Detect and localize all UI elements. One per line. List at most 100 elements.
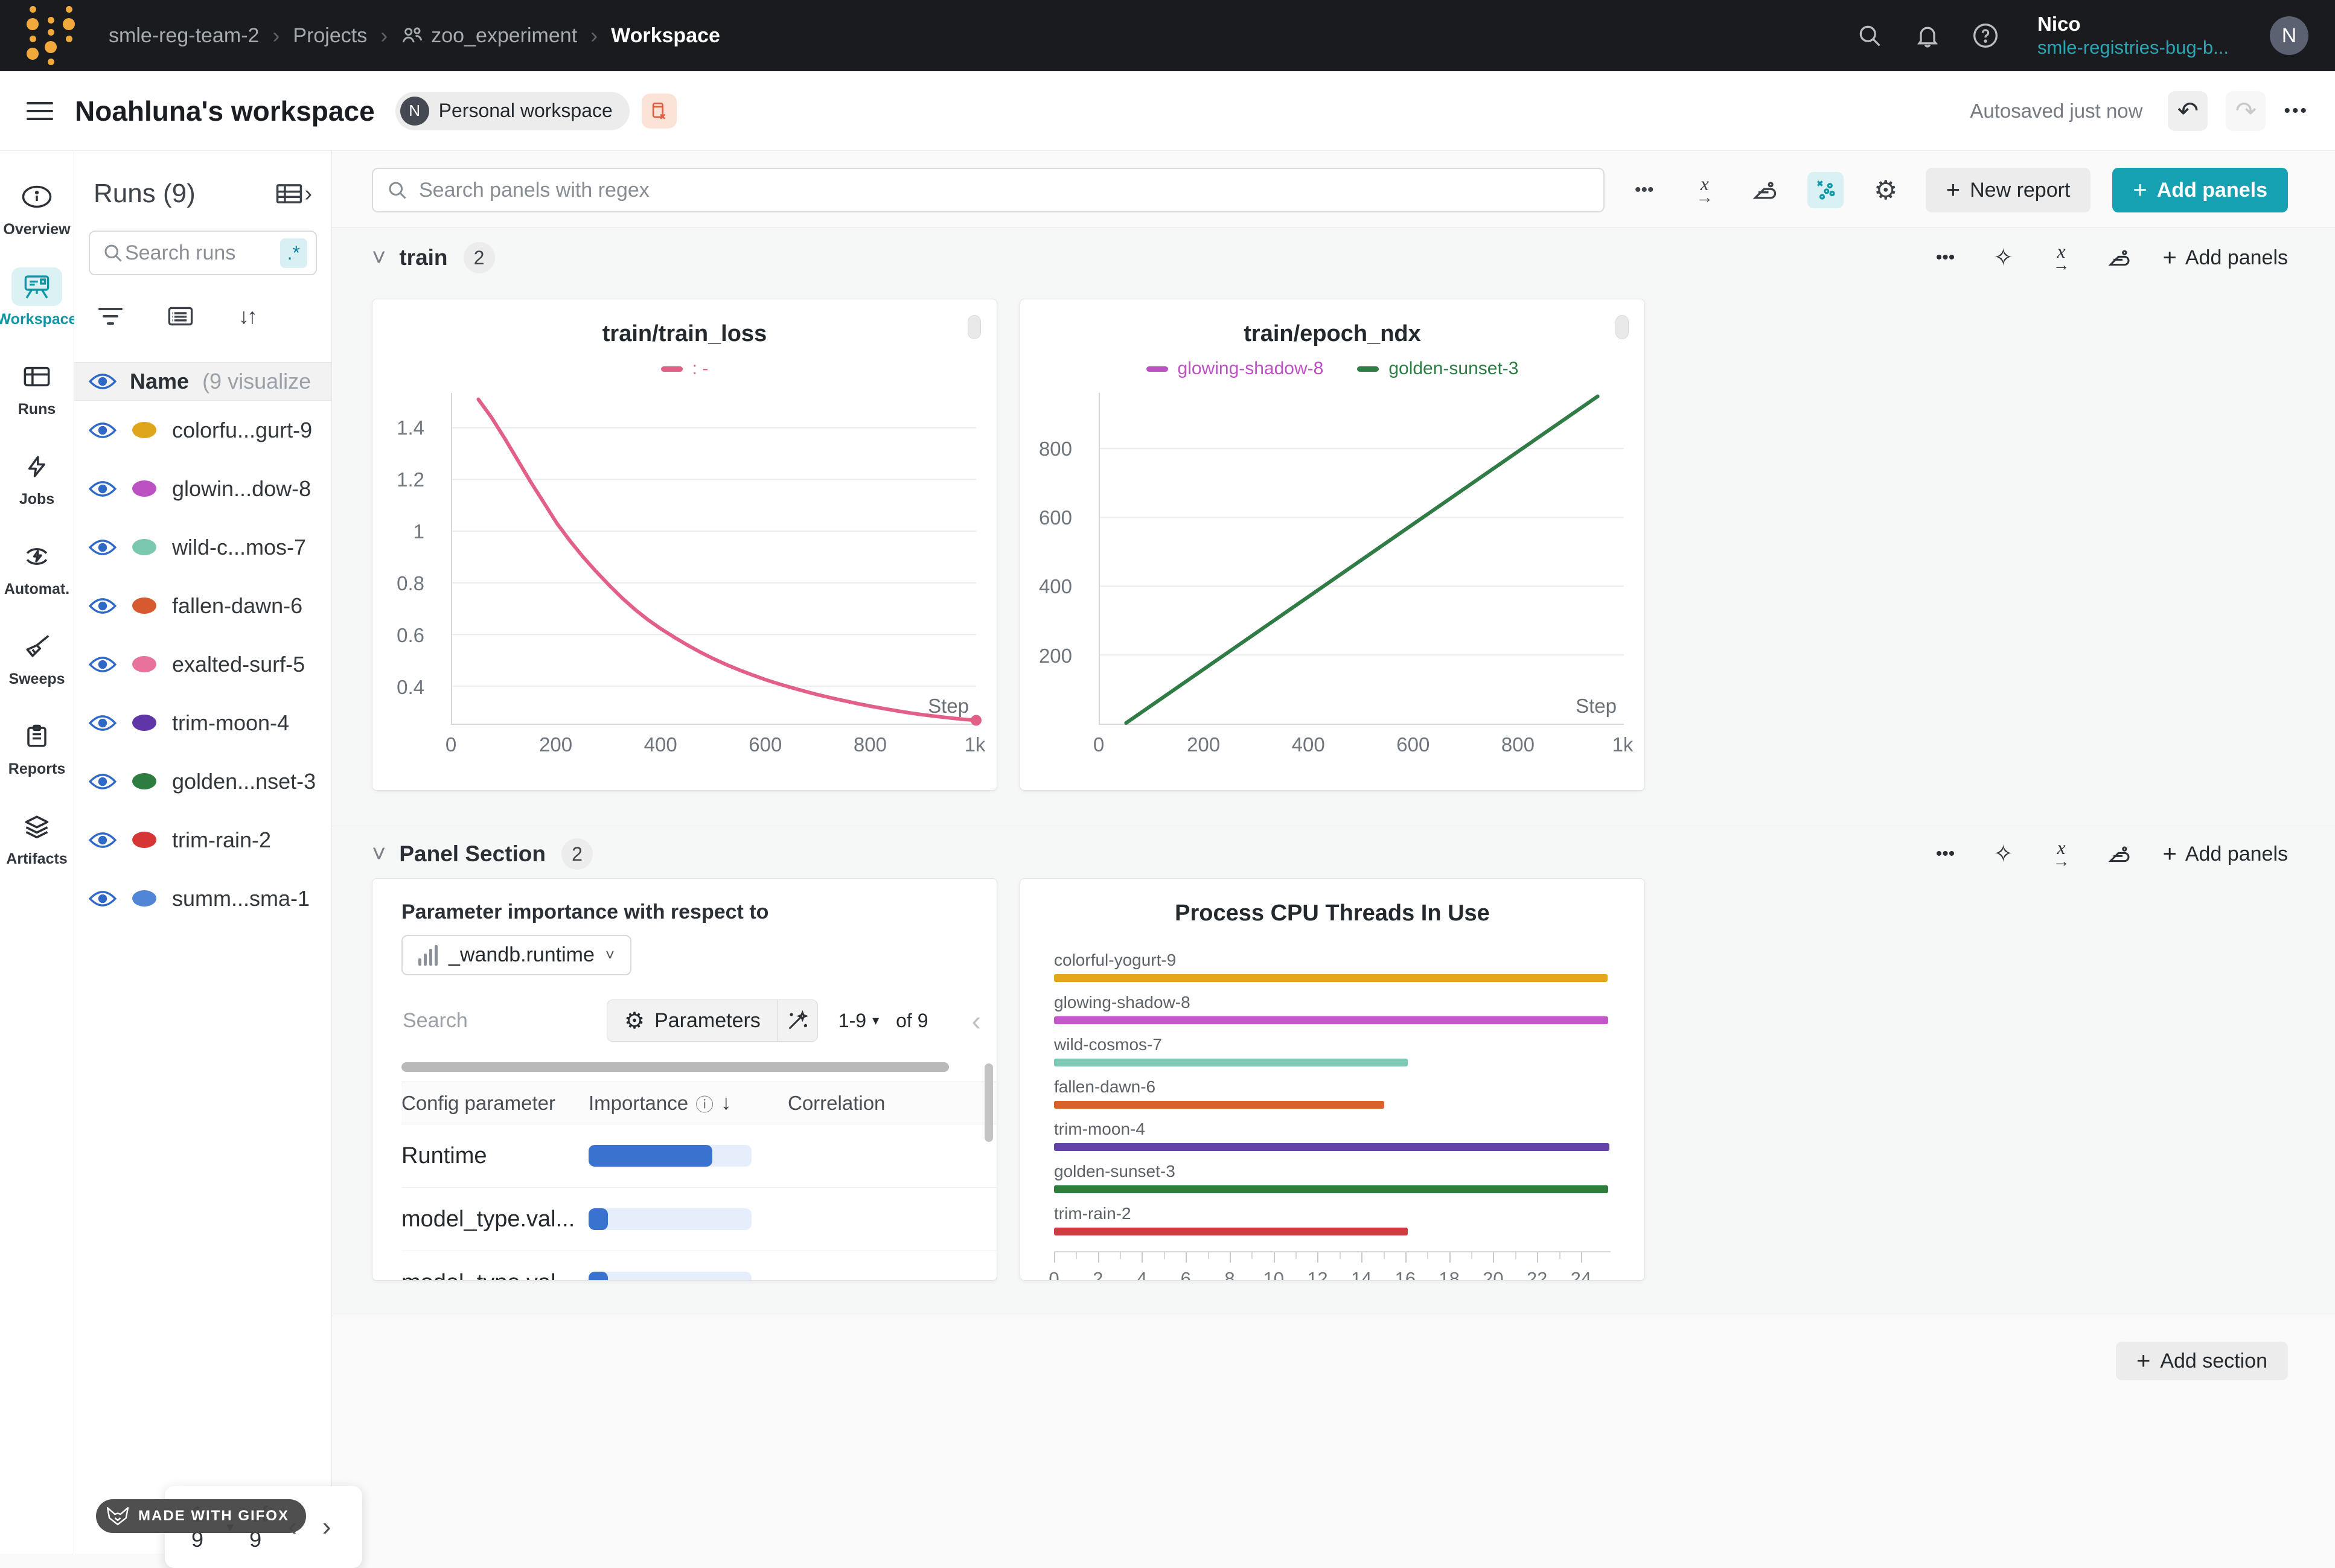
x-axis-settings-icon[interactable]: x→: [1687, 172, 1723, 208]
sidebar-item-artifacts[interactable]: Artifacts: [3, 807, 71, 868]
section-title[interactable]: Panel Section: [399, 841, 546, 867]
runs-search-box[interactable]: .*: [89, 231, 317, 275]
eye-icon[interactable]: [89, 890, 117, 908]
redo-button[interactable]: ↷: [2226, 91, 2266, 131]
section-sparkle-icon[interactable]: ✧: [1989, 243, 2018, 272]
wandb-logo[interactable]: [27, 6, 75, 65]
eye-icon[interactable]: [89, 655, 117, 674]
panel-search-box[interactable]: [372, 168, 1605, 212]
add-section-button[interactable]: + Add section: [2116, 1342, 2288, 1380]
sidebar-item-overview[interactable]: Overview: [3, 177, 71, 238]
header-more-icon[interactable]: •••: [2284, 101, 2308, 121]
sidebar-item-automations[interactable]: Automat.: [3, 537, 71, 598]
eye-icon[interactable]: [89, 372, 117, 390]
eye-icon[interactable]: [89, 831, 117, 849]
next-page-button[interactable]: ›: [318, 1512, 336, 1542]
sidebar-item-runs[interactable]: Runs: [3, 357, 71, 418]
parameters-button[interactable]: ⚙Parameters: [607, 999, 818, 1042]
param-table-row[interactable]: Runtime: [401, 1124, 997, 1188]
panel-drag-handle[interactable]: [1615, 315, 1629, 339]
panel-epoch-ndx[interactable]: train/epoch_ndx glowing-shadow-8 golden-…: [1020, 299, 1645, 791]
breadcrumb-projects[interactable]: Projects: [293, 24, 367, 48]
run-row[interactable]: fallen-dawn-6: [74, 576, 331, 635]
search-icon[interactable]: [1856, 22, 1883, 49]
panel-drag-handle[interactable]: [968, 315, 981, 339]
add-panels-button[interactable]: +Add panels: [2112, 168, 2288, 212]
section-x-axis-icon[interactable]: x→: [2047, 840, 2076, 868]
menu-icon[interactable]: [27, 102, 53, 120]
eye-icon[interactable]: [89, 421, 117, 439]
eye-icon[interactable]: [89, 480, 117, 498]
sidebar-item-reports[interactable]: Reports: [3, 717, 71, 778]
panel-search-input[interactable]: [418, 178, 1590, 203]
sidebar-item-workspace[interactable]: Workspace: [3, 267, 71, 328]
outliers-scatter-icon[interactable]: [1807, 172, 1844, 208]
runs-search-input[interactable]: [124, 241, 280, 266]
user-org-link[interactable]: smle-registries-bug-b...: [2037, 36, 2229, 60]
param-pager[interactable]: 1-9 ▾ of 9: [838, 1010, 928, 1032]
run-row[interactable]: summ...sma-1: [74, 869, 331, 928]
info-icon[interactable]: ⓘ: [695, 1090, 714, 1117]
run-row[interactable]: trim-rain-2: [74, 811, 331, 869]
runs-list-header[interactable]: Name (9 visualize: [74, 362, 331, 401]
section-sparkle-icon[interactable]: ✧: [1989, 840, 2018, 868]
group-list-icon[interactable]: [167, 305, 194, 328]
pager-prev-icon[interactable]: ‹: [972, 1004, 985, 1037]
filter-icon[interactable]: [98, 308, 123, 325]
toolbar-more-icon[interactable]: •••: [1626, 172, 1663, 208]
section-title[interactable]: train: [399, 245, 447, 270]
legend-item[interactable]: : -: [661, 359, 709, 379]
legend-item[interactable]: golden-sunset-3: [1357, 359, 1518, 379]
collapse-section-icon[interactable]: ˅: [372, 841, 386, 868]
param-table-row[interactable]: model_type.val...: [401, 1251, 997, 1281]
help-icon[interactable]: [1972, 22, 1999, 49]
regex-toggle[interactable]: .*: [280, 238, 307, 268]
run-row[interactable]: exalted-surf-5: [74, 635, 331, 693]
clear-workspace-button[interactable]: [642, 94, 677, 129]
sidebar-item-sweeps[interactable]: Sweeps: [3, 627, 71, 688]
eye-icon[interactable]: [89, 773, 117, 791]
section-smoothing-icon[interactable]: [2105, 243, 2134, 272]
horizontal-scrollbar[interactable]: [401, 1062, 949, 1072]
param-search-input[interactable]: [401, 1009, 583, 1033]
target-metric-dropdown[interactable]: _wandb.runtime ˅: [401, 935, 631, 975]
panel-parameter-importance[interactable]: Parameter importance with respect to _wa…: [372, 878, 997, 1281]
eye-icon[interactable]: [89, 538, 117, 556]
legend-item[interactable]: glowing-shadow-8: [1146, 359, 1324, 379]
run-row[interactable]: glowin...dow-8: [74, 459, 331, 518]
param-table-row[interactable]: model_type.val...: [401, 1188, 997, 1251]
section-x-axis-icon[interactable]: x→: [2047, 243, 2076, 272]
gear-icon[interactable]: ⚙: [1868, 172, 1904, 208]
section-add-panels-button[interactable]: +Add panels: [2163, 841, 2289, 868]
smoothing-icon[interactable]: [1747, 172, 1783, 208]
sort-desc-icon[interactable]: ↓: [721, 1091, 731, 1115]
run-row[interactable]: wild-c...mos-7: [74, 518, 331, 576]
section-add-panels-button[interactable]: +Add panels: [2163, 244, 2289, 272]
undo-button[interactable]: ↶: [2168, 91, 2208, 131]
section-more-icon[interactable]: •••: [1931, 840, 1960, 868]
breadcrumb-project[interactable]: zoo_experiment: [401, 24, 577, 48]
sidebar-item-jobs[interactable]: Jobs: [3, 447, 71, 508]
sort-icon[interactable]: ↓↑: [238, 304, 255, 329]
avatar[interactable]: N: [2270, 16, 2308, 55]
section-smoothing-icon[interactable]: [2105, 840, 2134, 868]
collapse-section-icon[interactable]: ˅: [372, 244, 386, 272]
magic-wand-icon[interactable]: [778, 1000, 817, 1041]
eye-icon[interactable]: [89, 597, 117, 615]
expand-runs-table-button[interactable]: ›: [275, 181, 312, 207]
run-row[interactable]: golden...nset-3: [74, 752, 331, 811]
vertical-scrollbar[interactable]: [985, 1063, 993, 1142]
y-tick-label: 0.4: [397, 676, 424, 699]
section-more-icon[interactable]: •••: [1931, 243, 1960, 272]
panel-cpu-threads[interactable]: Process CPU Threads In Use colorful-yogu…: [1020, 878, 1645, 1281]
breadcrumb-workspace[interactable]: Workspace: [611, 24, 720, 48]
user-info[interactable]: Nico smle-registries-bug-b...: [2037, 11, 2229, 60]
personal-workspace-badge[interactable]: N Personal workspace: [395, 92, 630, 130]
panel-train-loss[interactable]: train/train_loss : - Step: [372, 299, 997, 791]
run-row[interactable]: colorfu...gurt-9: [74, 401, 331, 459]
eye-icon[interactable]: [89, 714, 117, 732]
run-row[interactable]: trim-moon-4: [74, 693, 331, 752]
new-report-button[interactable]: +New report: [1926, 168, 2091, 212]
notifications-bell-icon[interactable]: [1914, 22, 1941, 49]
breadcrumb-team[interactable]: smle-reg-team-2: [109, 24, 259, 48]
